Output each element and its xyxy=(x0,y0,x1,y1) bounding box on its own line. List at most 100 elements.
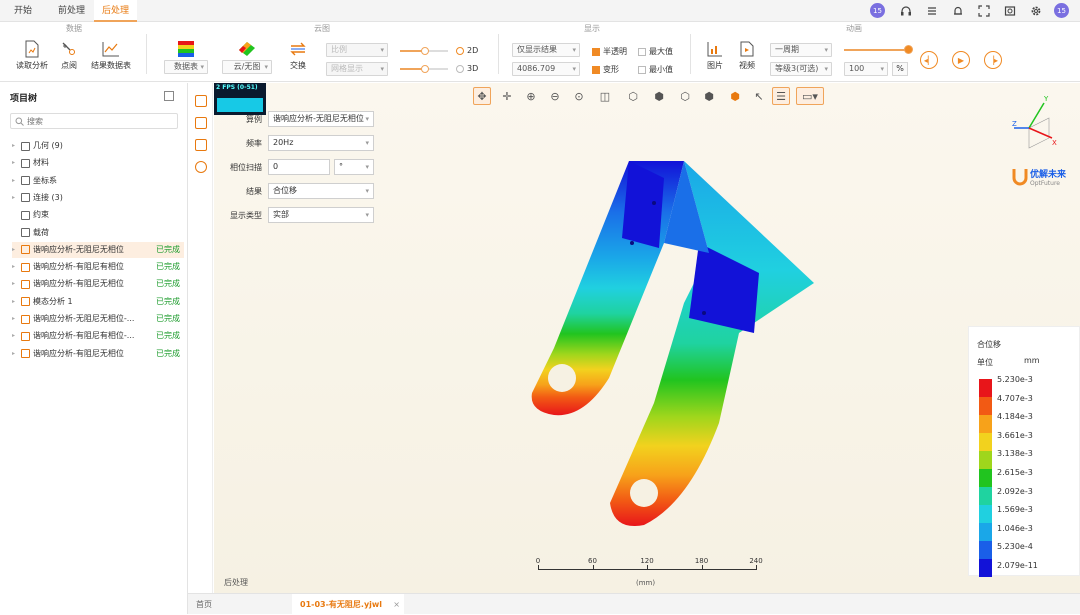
play-icon[interactable]: ▶ xyxy=(952,51,970,69)
min-value-checkbox[interactable]: 最小值 xyxy=(638,64,673,75)
headset-icon[interactable] xyxy=(898,3,914,19)
radio-2d[interactable]: 2D xyxy=(456,46,478,55)
document-icon[interactable] xyxy=(195,139,207,151)
cloud-toggle-select[interactable]: 云/无图 xyxy=(222,60,272,74)
read-analysis-button[interactable]: 读取分析 xyxy=(14,40,50,71)
top-view-icon[interactable]: ⬡ xyxy=(676,87,694,105)
animation-speed-handle[interactable] xyxy=(904,45,913,54)
screenshot-icon[interactable] xyxy=(1002,3,1018,19)
mesh-display-select[interactable]: 网格显示 xyxy=(326,62,388,76)
tree-item[interactable]: ▸ 坐标系 xyxy=(12,173,184,189)
measure-icon[interactable]: ☰ xyxy=(772,87,790,105)
swap-button[interactable]: 交换 xyxy=(282,40,314,71)
frequency-select[interactable]: 20Hz xyxy=(268,135,374,151)
cycle-select[interactable]: 一周期 xyxy=(770,43,832,57)
step-back-icon[interactable]: ◂▏ xyxy=(920,51,938,69)
expand-arrow-icon[interactable]: ▸ xyxy=(12,138,18,154)
expand-arrow-icon[interactable]: ▸ xyxy=(12,311,18,327)
tree-item[interactable]: ▸ 谐响应分析-有阻尼有相位-... 已完成 xyxy=(12,328,184,344)
collapse-panel-icon[interactable] xyxy=(164,91,174,101)
expand-arrow-icon[interactable]: ▸ xyxy=(12,155,18,171)
iso-view-icon[interactable]: ⬡ xyxy=(624,87,642,105)
compare-select[interactable]: 比例 xyxy=(326,43,388,57)
section-view-icon[interactable]: ◫ xyxy=(596,87,614,105)
expand-arrow-icon[interactable]: ▸ xyxy=(12,276,18,292)
probe-button[interactable]: 点阅 xyxy=(54,40,84,71)
menu-tab-preprocess[interactable]: 前处理 xyxy=(50,0,93,22)
animation-speed-slider[interactable] xyxy=(844,49,908,51)
user-avatar[interactable]: 15 xyxy=(1054,3,1069,18)
speed-input[interactable]: 100 xyxy=(844,62,888,76)
tree-item[interactable]: 载荷 xyxy=(12,225,184,241)
legend-unit-select[interactable]: mm xyxy=(1021,355,1071,368)
tree-item[interactable]: ▸ 谐响应分析-有阻尼无相位 已完成 xyxy=(12,346,184,362)
axis-triad[interactable]: Z Y X xyxy=(1004,93,1064,153)
bell-icon[interactable] xyxy=(950,3,966,19)
fit-view-icon[interactable]: ⊙ xyxy=(570,87,588,105)
search-input[interactable] xyxy=(27,116,167,126)
step-forward-icon[interactable]: ▕▸ xyxy=(984,51,1002,69)
max-value-checkbox[interactable]: 最大值 xyxy=(638,46,673,57)
radio-3d[interactable]: 3D xyxy=(456,64,478,73)
tree-item[interactable]: ▸ 谐响应分析-有阻尼无相位 已完成 xyxy=(12,276,184,292)
shaded-view-icon[interactable]: ⬢ xyxy=(726,87,744,105)
side-view-icon[interactable]: ⬢ xyxy=(700,87,718,105)
deform-label: 变形 xyxy=(603,65,619,74)
menu-tab-start[interactable]: 开始 xyxy=(6,0,40,22)
case-select[interactable]: 谐响应分析-无阻尼无相位 xyxy=(268,111,374,127)
picture-button[interactable]: 图片 xyxy=(702,40,728,71)
tree-item[interactable]: 约束 xyxy=(12,207,184,223)
pan-icon[interactable]: ✛ xyxy=(498,87,516,105)
tree-item[interactable]: ▸ 谐响应分析-无阻尼无相位-... 已完成 xyxy=(12,311,184,327)
display-type-select[interactable]: 实部 xyxy=(268,207,374,223)
expand-arrow-icon[interactable]: ▸ xyxy=(12,173,18,189)
video-button[interactable]: 视频 xyxy=(734,40,760,71)
grade-select[interactable]: 等级3(可选) xyxy=(770,62,832,76)
close-tab-icon[interactable]: × xyxy=(393,594,400,615)
phase-unit-select[interactable]: ° xyxy=(334,159,374,175)
expand-arrow-icon[interactable]: ▸ xyxy=(12,328,18,344)
translucent-checkbox[interactable]: 半透明 xyxy=(592,46,627,57)
3d-viewport[interactable]: 2 FPS (0-51) ✥ ✛ ⊕ ⊖ ⊙ ◫ ⬡ ⬢ ⬡ ⬢ ⬢ ↖ ☰ ▭… xyxy=(214,83,1080,593)
front-view-icon[interactable]: ⬢ xyxy=(650,87,668,105)
result-data-table-button[interactable]: 结果数据表 xyxy=(88,40,134,71)
menu-tab-postprocess[interactable]: 后处理 xyxy=(94,0,138,22)
rotate-icon[interactable]: ✥ xyxy=(473,87,491,105)
deform-checkbox[interactable]: 变形 xyxy=(592,64,619,75)
tree-item[interactable]: ▸ 模态分析 1 已完成 xyxy=(12,294,184,310)
data-table-select[interactable]: 数据表 xyxy=(164,60,208,74)
tree-item[interactable]: ▸ 谐响应分析-有阻尼有相位 已完成 xyxy=(12,259,184,275)
display-mode-icon[interactable]: ▭▾ xyxy=(796,87,824,105)
tree-item[interactable]: ▸ 材料 xyxy=(12,155,184,171)
tree-item[interactable]: ▸ 几何 (9) xyxy=(12,138,184,154)
notification-badge[interactable]: 15 xyxy=(870,3,885,18)
link-icon[interactable] xyxy=(195,161,207,173)
expand-arrow-icon[interactable]: ▸ xyxy=(12,294,18,310)
search-box[interactable] xyxy=(10,113,178,129)
properties-icon[interactable] xyxy=(195,95,207,107)
slider-handle-2[interactable] xyxy=(421,65,429,73)
phase-input[interactable]: 0 xyxy=(268,159,330,175)
zoom-in-icon[interactable]: ⊕ xyxy=(522,87,540,105)
fullscreen-icon[interactable] xyxy=(976,3,992,19)
gear-icon[interactable] xyxy=(1028,3,1044,19)
model-file-tab[interactable]: 01-03-有无阻尼.yjwl × xyxy=(292,594,404,615)
result-mode-select[interactable]: 仅显示结果 xyxy=(512,43,580,57)
expand-arrow-icon[interactable]: ▸ xyxy=(12,190,18,206)
list-icon[interactable] xyxy=(924,3,940,19)
expand-arrow-icon[interactable]: ▸ xyxy=(12,259,18,275)
data-table-button[interactable]: 数据表 xyxy=(164,40,208,74)
scale-value-select[interactable]: 4086.709 xyxy=(512,62,580,76)
zoom-out-icon[interactable]: ⊖ xyxy=(546,87,564,105)
fem-part-model[interactable] xyxy=(514,153,824,543)
result-select[interactable]: 合位移 xyxy=(268,183,374,199)
slider-handle-1[interactable] xyxy=(421,47,429,55)
cloud-toggle-button[interactable]: 云/无图 xyxy=(222,40,272,74)
tree-item[interactable]: ▸ 谐响应分析-无阻尼无相位 已完成 xyxy=(12,241,184,258)
expand-arrow-icon[interactable]: ▸ xyxy=(12,242,18,258)
tree-item[interactable]: ▸ 连接 (3) xyxy=(12,190,184,206)
home-tab[interactable]: 首页 xyxy=(188,594,220,615)
select-pointer-icon[interactable]: ↖ xyxy=(750,87,768,105)
expand-arrow-icon[interactable]: ▸ xyxy=(12,346,18,362)
table-icon[interactable] xyxy=(195,117,207,129)
